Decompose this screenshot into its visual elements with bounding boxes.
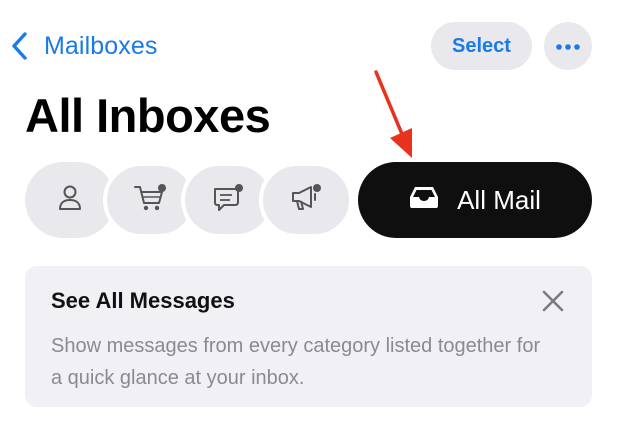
tray-icon [409,185,439,216]
ellipsis-icon [556,37,580,55]
select-button[interactable]: Select [431,22,532,70]
annotation-arrow-icon [374,70,412,158]
all-mail-label: All Mail [457,184,541,215]
close-icon [541,289,565,318]
tip-card: See All Messages Show messages from ever… [25,266,592,407]
dismiss-tip-button[interactable] [538,288,568,318]
tip-title: See All Messages [51,288,235,313]
message-bubble-icon [211,182,245,219]
shopping-cart-icon [133,183,167,218]
more-button[interactable] [544,22,592,70]
tip-description: Show messages from every category listed… [51,335,541,389]
back-button-label: Mailboxes [44,31,158,60]
category-promotions-button[interactable] [259,162,353,238]
page-title: All Inboxes [25,89,271,142]
back-button[interactable]: Mailboxes [10,28,157,64]
all-mail-button[interactable]: All Mail [358,162,592,238]
person-icon [57,184,83,217]
category-filter [25,162,353,238]
chevron-left-icon [10,29,32,63]
megaphone-icon [289,182,323,219]
category-primary-button[interactable] [25,162,115,238]
